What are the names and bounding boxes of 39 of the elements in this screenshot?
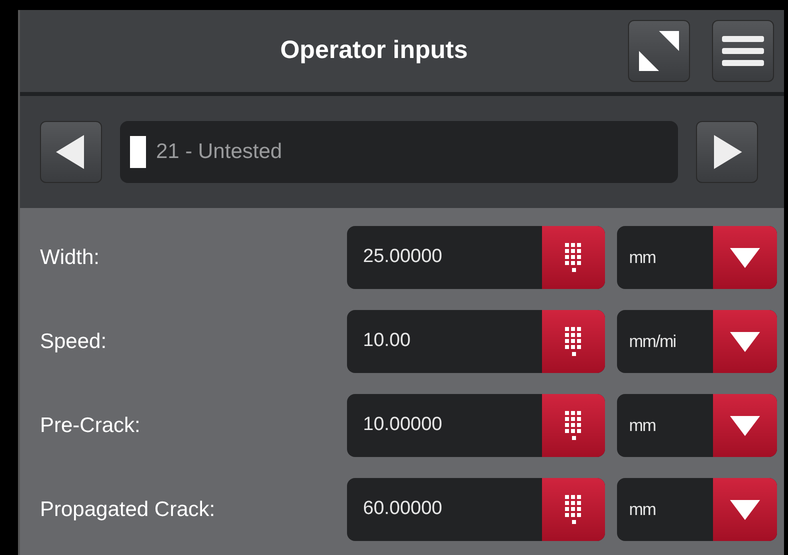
dropdown-button[interactable] bbox=[713, 394, 777, 457]
unit-dropdown[interactable]: mm bbox=[617, 394, 777, 457]
keypad-button[interactable] bbox=[542, 310, 605, 373]
right-arrow-icon bbox=[712, 135, 742, 169]
caret-icon bbox=[730, 416, 760, 436]
caret-icon bbox=[730, 248, 760, 268]
value-field[interactable]: 25.00000 bbox=[347, 226, 605, 289]
keypad-icon bbox=[564, 242, 584, 274]
keypad-icon bbox=[564, 326, 584, 358]
field-label: Width: bbox=[40, 244, 101, 271]
dropdown-button[interactable] bbox=[713, 310, 777, 373]
next-button[interactable] bbox=[696, 121, 758, 183]
unit-dropdown[interactable]: mm bbox=[617, 478, 777, 541]
previous-button[interactable] bbox=[40, 121, 102, 183]
specimen-field[interactable]: 21 - Untested bbox=[120, 121, 678, 183]
marker-icon bbox=[130, 136, 146, 168]
menu-icon bbox=[722, 34, 764, 68]
dropdown-button[interactable] bbox=[713, 478, 777, 541]
value-field[interactable]: 10.00 bbox=[347, 310, 605, 373]
unit-dropdown[interactable]: mm bbox=[617, 226, 777, 289]
field-label: Speed: bbox=[40, 328, 108, 355]
left-arrow-icon bbox=[56, 135, 86, 169]
field-label: Pre-Crack: bbox=[40, 412, 142, 439]
value-field[interactable]: 60.00000 bbox=[347, 478, 605, 541]
unit-dropdown[interactable]: mm/mi bbox=[617, 310, 777, 373]
keypad-icon bbox=[564, 494, 584, 526]
value-field[interactable]: 10.00000 bbox=[347, 394, 605, 457]
window-title: Operator inputs bbox=[279, 35, 469, 66]
menu-button[interactable] bbox=[712, 20, 774, 82]
keypad-button[interactable] bbox=[542, 226, 605, 289]
dropdown-button[interactable] bbox=[713, 226, 777, 289]
keypad-icon bbox=[564, 410, 584, 442]
expand-button[interactable] bbox=[628, 20, 690, 82]
expand-icon bbox=[637, 29, 681, 73]
keypad-button[interactable] bbox=[542, 394, 605, 457]
caret-icon bbox=[730, 332, 760, 352]
keypad-button[interactable] bbox=[542, 478, 605, 541]
caret-icon bbox=[730, 500, 760, 520]
field-label: Propagated Crack: bbox=[40, 496, 216, 523]
